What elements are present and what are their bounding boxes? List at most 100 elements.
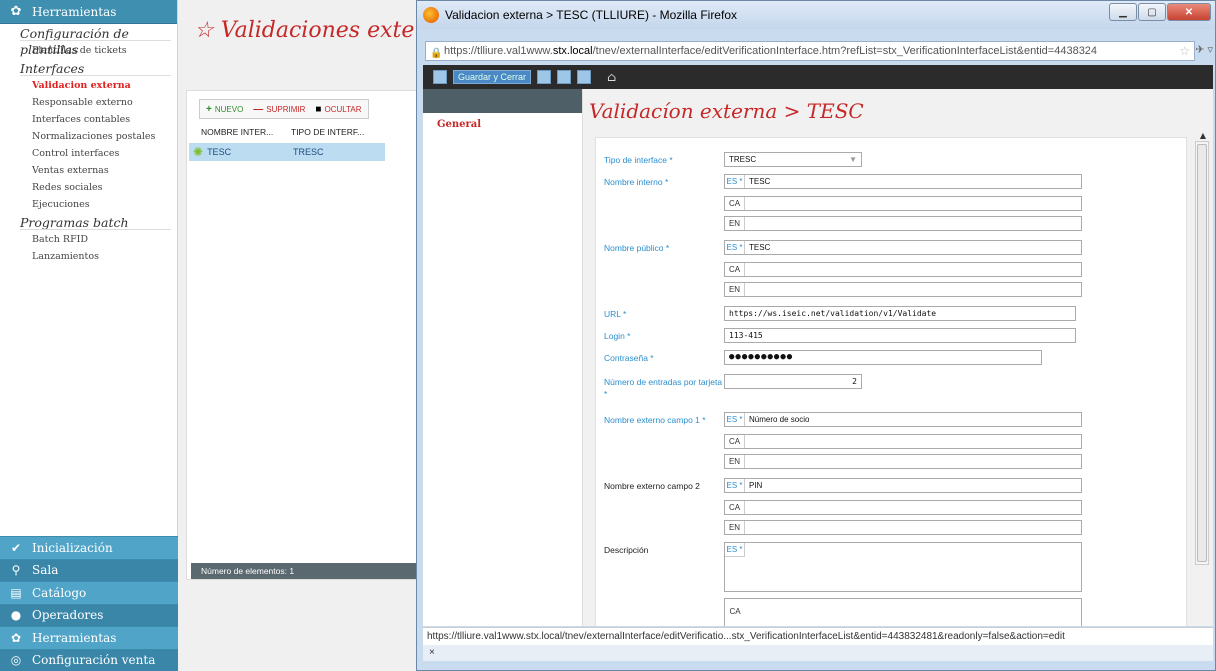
label-password: Contraseña * [604,353,654,363]
menu-herramientas[interactable]: ✿ Herramientas [0,626,178,649]
label-campo1: Nombre externo campo 1 * [604,415,706,425]
entradas-input[interactable]: 2 [724,374,862,389]
menu-label: Sala [32,563,59,578]
star-icon[interactable]: ☆ [194,18,214,43]
scrollbar-thumb[interactable] [1197,144,1207,562]
minimize-button[interactable]: ▁ [1109,3,1137,21]
label-entradas: Número de entradas por tarjeta * [604,377,723,399]
addon-icon[interactable]: ✈ ▿ [1195,43,1213,56]
window-titlebar[interactable]: Validacion externa > TESC (TLLIURE) - Mo… [417,1,1215,29]
sidebar-header[interactable]: ✿ Herramientas [0,0,177,24]
descripcion-ca-textarea[interactable]: CA [724,598,1082,626]
scroll-up-icon[interactable]: ▲ [1200,131,1206,140]
campo2-es-field[interactable]: ES * PIN [724,478,1082,493]
minimize-icon: ▁ [1119,6,1127,18]
book-icon: ▤ [10,585,22,600]
password-input[interactable]: ●●●●●●●●●● [724,350,1042,365]
menu-label: Operadores [32,608,104,623]
tab-column: General [423,89,583,626]
column-header-type[interactable]: TIPO DE INTERF... [291,127,381,137]
lang-en: EN [725,217,745,230]
lang-ca: CA [725,435,745,448]
findbar-close-icon[interactable]: × [423,645,1213,661]
nombre-publico-es-field[interactable]: ES * TESC [724,240,1082,255]
lock-icon: 🔒 [430,48,443,59]
lang-es: ES * [725,543,745,557]
column-header-name[interactable]: NOMBRE INTER... [201,127,291,137]
lang-ca: CA [725,263,745,276]
tab-general[interactable]: General [423,113,582,130]
new-button[interactable]: + NUEVO [202,102,247,116]
form-area: Validacíon externa > TESC ▲ Tipo de inte… [583,89,1213,626]
nombre-publico-ca-field[interactable]: CA [724,262,1082,277]
menu-operadores[interactable]: ● Operadores [0,603,178,626]
maximize-button[interactable]: ▢ [1138,3,1166,21]
url-path: /tnev/externalInterface/editVerification… [592,45,1098,57]
sidebar-item-validacion[interactable]: Validacion externa [0,77,177,94]
table-row[interactable]: ✺ TESC TRESC [189,143,385,161]
sidebar-item-control[interactable]: Control interfaces [0,145,177,162]
vertical-scrollbar[interactable] [1195,141,1209,565]
sidebar-item-redes[interactable]: Redes sociales [0,179,177,196]
save-copy-icon[interactable] [557,70,572,84]
nombre-interno-en-field[interactable]: EN [724,216,1082,231]
campo1-en-field[interactable]: EN [724,454,1082,469]
user-icon: ● [10,608,22,623]
maximize-icon: ▢ [1147,6,1157,18]
sidebar-item-normalizaciones[interactable]: Normalizaciones postales [0,128,177,145]
url-bar[interactable]: 🔒 https://tlliure.val1www.stx.local/tnev… [425,41,1195,61]
lang-en: EN [725,521,745,534]
nombre-interno-es-field[interactable]: ES * TESC [724,174,1082,189]
app-toolbar: Guardar y Cerrar ⌂ [423,65,1213,89]
hide-button[interactable]: ■ OCULTAR [311,102,365,116]
menu-sala[interactable]: ⚲ Sala [0,558,178,581]
url-input[interactable]: https://ws.iseic.net/validation/v1/Valid… [724,306,1076,321]
save-icon[interactable] [433,70,447,84]
campo2-ca-field[interactable]: CA [724,500,1082,515]
page-title: Validacíon externa > TESC [589,99,864,123]
save-options-icon[interactable] [577,70,592,84]
nombre-interno-ca-field[interactable]: CA [724,196,1082,211]
menu-configuracion-venta[interactable]: ◎ Configuración venta [0,648,178,671]
bookmark-star-icon[interactable]: ☆ [1179,42,1190,60]
sidebar-item-ejecuciones[interactable]: Ejecuciones [0,196,177,213]
sidebar-item-batch[interactable]: Batch RFID [0,231,177,248]
tab-column-header [423,89,582,113]
menu-label: Herramientas [32,630,117,645]
menu-label: Catálogo [32,585,87,600]
menu-catalogo[interactable]: ▤ Catálogo [0,581,178,604]
campo1-ca-field[interactable]: CA [724,434,1082,449]
section-title: Programas batch [0,213,177,231]
home-icon[interactable]: ⌂ [607,70,616,84]
save-close-button[interactable]: Guardar y Cerrar [453,70,532,84]
login-input[interactable]: 113-415 [724,328,1076,343]
tipo-select[interactable]: TRESC ▼ [724,152,862,167]
lang-ca: CA [725,197,745,210]
gear-icon: ✿ [10,4,22,19]
sidebar-item-contables[interactable]: Interfaces contables [0,111,177,128]
lang-es: ES * [725,413,745,426]
campo2-en-field[interactable]: EN [724,520,1082,535]
new-label: NUEVO [214,104,244,114]
sidebar-item-lanzamientos[interactable]: Lanzamientos [0,248,177,265]
label-campo2: Nombre externo campo 2 [604,481,700,491]
delete-button[interactable]: — SUPRIMIR [249,102,309,116]
sidebar-item-responsable[interactable]: Responsable externo [0,94,177,111]
menu-inicializacion[interactable]: ✔ Inicialización [0,536,178,559]
nombre-publico-en-field[interactable]: EN [724,282,1082,297]
lang-es: ES * [725,175,745,188]
save-new-icon[interactable] [537,70,552,84]
list-footer: Número de elementos: 1 [191,563,419,579]
label-url: URL * [604,309,627,319]
delete-label: SUPRIMIR [266,104,306,114]
sidebar-item-ventas[interactable]: Ventas externas [0,162,177,179]
close-button[interactable]: ✕ [1167,3,1211,21]
window-title: Validacion externa > TESC (TLLIURE) - Mo… [445,8,737,22]
campo1-es-field[interactable]: ES * Número de socio [724,412,1082,427]
list-panel: ☆ Validaciones externas + NUEVO — SUPRIMIR… [178,0,463,671]
lang-ca: CA [729,607,741,616]
sidebar: ✿ Herramientas Configuración de plantill… [0,0,178,671]
label-nombre-publico: Nombre público * [604,243,670,253]
list-box: + NUEVO — SUPRIMIR ■ OCULTAR NOMBRE INTER..… [186,90,418,580]
descripcion-es-textarea[interactable]: ES * [724,542,1082,592]
